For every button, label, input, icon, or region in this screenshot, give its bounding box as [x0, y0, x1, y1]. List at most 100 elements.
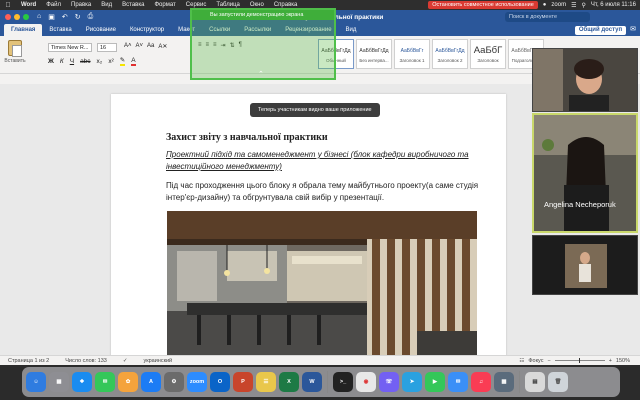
doc-heading[interactable]: Захист звіту з навчальної практики — [166, 132, 328, 143]
strikethrough-icon[interactable]: abc — [80, 58, 90, 65]
menu-app-word[interactable]: Word — [16, 2, 41, 8]
zoom-level[interactable]: 150% — [616, 358, 630, 364]
system-settings-icon[interactable]: ⚙ — [164, 372, 184, 392]
clock[interactable]: Чт, 6 июля 11:16 — [591, 2, 636, 8]
zoom-in-icon[interactable]: + — [609, 358, 612, 364]
superscript-icon[interactable]: x² — [108, 58, 113, 65]
photos-icon[interactable]: ✿ — [118, 372, 138, 392]
style-heading-1[interactable]: АаБбВвГг Заголовок 1 — [394, 39, 430, 69]
notes-icon[interactable]: ☰ — [256, 372, 276, 392]
home-icon[interactable]: ⌂ — [37, 13, 41, 21]
stop-share-button[interactable]: Остановить совместное использование — [428, 1, 538, 9]
facetime-icon[interactable]: ▶ — [425, 372, 445, 392]
share-toast: Теперь участникам видно ваше приложение — [250, 103, 380, 117]
menu-insert[interactable]: Вставка — [117, 2, 149, 8]
search-icon[interactable]: ⚲ — [581, 2, 585, 9]
zoom-out-icon[interactable]: − — [547, 358, 550, 364]
share-button[interactable]: Общий доступ — [574, 25, 627, 35]
launchpad-icon[interactable]: ▦ — [49, 372, 69, 392]
mac-dock: ☺ ▦ ❖ ✉ ✿ A ⚙ zoom O P ☰ X W >_ ◉ ☏ ➤ ▶ … — [22, 367, 620, 397]
subscript-icon[interactable]: x₂ — [97, 58, 103, 65]
style-sample: АаБбВвГг — [400, 48, 424, 54]
save-icon[interactable]: ▣ — [48, 13, 55, 21]
grow-font-icon[interactable]: A˄ — [124, 43, 132, 50]
style-name: Заголовок — [477, 58, 499, 63]
participant-name: Angelina Necheporuk — [544, 200, 616, 209]
comments-icon[interactable]: ✉ — [630, 24, 636, 36]
doc-body[interactable]: Під час проходження цього блоку я обрала… — [166, 180, 486, 204]
style-heading-2[interactable]: АаБбВвГгДд Заголовок 2 — [432, 39, 468, 69]
word-count[interactable]: Число слов: 133 — [65, 358, 107, 364]
outlook-icon[interactable]: O — [210, 372, 230, 392]
close-window-button[interactable] — [5, 14, 11, 20]
mail-icon[interactable]: ✉ — [448, 372, 468, 392]
highlight-icon[interactable]: ✎ — [119, 57, 126, 66]
downloads-folder-icon[interactable]: ▤ — [525, 372, 545, 392]
tab-draw[interactable]: Рисование — [79, 24, 123, 36]
change-case-icon[interactable]: Aa — [147, 43, 154, 50]
minimize-window-button[interactable] — [14, 14, 20, 20]
participant-video-1[interactable] — [532, 48, 638, 112]
music-icon[interactable]: ♫ — [471, 372, 491, 392]
zoom-menubar-label[interactable]: zoom — [551, 2, 566, 8]
terminal-icon[interactable]: >_ — [333, 372, 353, 392]
zoom-slider[interactable] — [554, 358, 605, 363]
messages-icon[interactable]: ✉ — [95, 372, 115, 392]
menu-file[interactable]: Файл — [41, 2, 66, 8]
focus-button[interactable]: Фокус — [528, 358, 543, 364]
app-store-icon[interactable]: A — [141, 372, 161, 392]
tab-home[interactable]: Главная — [4, 24, 43, 36]
document-search-input[interactable]: Поиск в документе — [505, 12, 590, 22]
excel-icon[interactable]: X — [279, 372, 299, 392]
interior-photo[interactable] — [167, 211, 477, 355]
underline-icon[interactable]: Ч — [70, 58, 74, 65]
wifi-icon[interactable]: ☰ — [571, 2, 576, 9]
document-page[interactable]: Захист звіту з навчальної практики Проек… — [111, 94, 506, 355]
print-icon[interactable]: ⎙ — [88, 13, 94, 21]
font-name-select[interactable]: Times New R... — [48, 43, 92, 52]
apple-icon[interactable]:  — [0, 2, 16, 9]
page-count[interactable]: Страница 1 из 2 — [8, 358, 49, 364]
menu-view[interactable]: Вид — [96, 2, 117, 8]
menu-format[interactable]: Формат — [149, 2, 180, 8]
telegram-icon[interactable]: ➤ — [402, 372, 422, 392]
powerpoint-icon[interactable]: P — [233, 372, 253, 392]
style-no-spacing[interactable]: АаБбВвГгДд Без интерва... — [356, 39, 392, 69]
paste-button[interactable]: Вставить — [4, 40, 26, 64]
participants-panel: Angelina Necheporuk — [532, 48, 638, 298]
participant-video-3[interactable] — [532, 235, 638, 295]
word-icon[interactable]: W — [302, 372, 322, 392]
chevron-up-icon[interactable]: ⌃ — [258, 70, 264, 78]
zoom-icon[interactable]: zoom — [187, 372, 207, 392]
undo-icon[interactable]: ↶ — [62, 13, 68, 21]
redo-icon[interactable]: ↻ — [75, 13, 81, 21]
clear-format-icon[interactable]: A✕ — [158, 43, 167, 50]
zoom-slider-thumb[interactable] — [578, 358, 580, 363]
viber-icon[interactable]: ☏ — [379, 372, 399, 392]
share-banner[interactable]: Вы запустили демонстрацию экрана — [192, 10, 334, 20]
chrome-icon[interactable]: ◉ — [356, 372, 376, 392]
zoom-menubar-icon[interactable]: ● — [543, 2, 547, 8]
font-size-select[interactable]: 16 — [97, 43, 117, 52]
doc-subtitle[interactable]: Проектний підхід та самоменеджмент у біз… — [166, 149, 486, 173]
menu-edit[interactable]: Правка — [66, 2, 96, 8]
participant-video-2[interactable]: Angelina Necheporuk — [532, 113, 638, 233]
bold-icon[interactable]: Ж — [48, 58, 54, 65]
italic-icon[interactable]: К — [60, 58, 64, 65]
trash-icon[interactable]: 🗑 — [548, 372, 568, 392]
clipboard-icon — [8, 40, 22, 57]
tab-view[interactable]: Вид — [339, 24, 364, 36]
preview-icon[interactable]: ▩ — [494, 372, 514, 392]
shrink-font-icon[interactable]: A˅ — [136, 43, 144, 50]
focus-icon[interactable]: ☷ — [519, 358, 524, 364]
share-preview-overlay: Вы запустили демонстрацию экрана ⌃ — [190, 8, 336, 80]
tab-design[interactable]: Конструктор — [123, 24, 171, 36]
tab-insert[interactable]: Вставка — [42, 24, 78, 36]
language[interactable]: украинский — [143, 358, 172, 364]
style-sample: АаБбВвГгДд — [435, 48, 465, 54]
finder-icon[interactable]: ☺ — [26, 372, 46, 392]
proofing-icon[interactable]: ✓ — [123, 358, 128, 364]
font-color-icon[interactable]: A — [131, 57, 136, 66]
style-title[interactable]: АаБбГ Заголовок — [470, 39, 506, 69]
safari-icon[interactable]: ❖ — [72, 372, 92, 392]
